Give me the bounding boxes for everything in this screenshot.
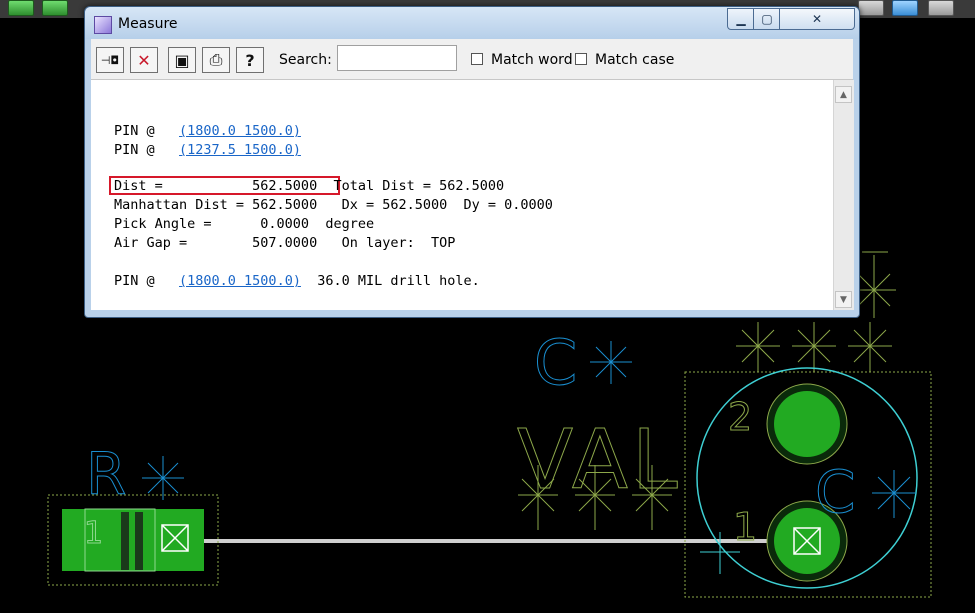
- pin-button[interactable]: ⊣◘: [96, 47, 124, 73]
- search-label: Search:: [279, 52, 332, 68]
- measure-window: Measure ▁ ▢ ✕ ⊣◘ ✕ ▣ ⎙ ? Search: Match w…: [84, 6, 860, 318]
- match-word-label: Match word: [491, 52, 573, 68]
- pin-label-1: 1: [733, 505, 757, 549]
- minimize-button[interactable]: ▁: [727, 8, 755, 30]
- close-icon: ✕: [811, 12, 823, 26]
- help-button[interactable]: ?: [236, 47, 264, 73]
- pin-label-2: 2: [728, 395, 752, 439]
- pin-coordinate-link[interactable]: (1237.5 1500.0): [179, 142, 301, 158]
- pin-icon: ⊣◘: [100, 53, 120, 67]
- measure-app-icon: [94, 16, 112, 34]
- value-label-val: VAL: [517, 413, 682, 508]
- drill-info: 36.0 MIL drill hole.: [300, 273, 480, 289]
- pin-coordinate-link[interactable]: (1800.0 1500.0): [179, 273, 301, 289]
- vertical-scrollbar[interactable]: ▲ ▼: [833, 80, 854, 310]
- pick-angle-line: Pick Angle = 0.0000 degree: [114, 216, 375, 232]
- print-icon: ⎙: [209, 50, 223, 69]
- pin-label-left: 1: [84, 516, 103, 551]
- minimize-icon: ▁: [736, 12, 746, 26]
- scroll-up-icon[interactable]: ▲: [835, 86, 852, 103]
- pin-line-1: PIN @ (1800.0 1500.0): [114, 122, 301, 141]
- ref-label-c-right: C: [815, 458, 856, 526]
- match-case-checkbox[interactable]: [575, 53, 587, 65]
- dist-line: Dist = 562.5000 Total Dist = 562.5000: [114, 177, 504, 196]
- dist-value: Dist = 562.5000: [114, 178, 318, 194]
- origin-marker-c-top: [590, 341, 632, 384]
- search-input[interactable]: [337, 45, 457, 71]
- pin-prefix: PIN @: [114, 273, 155, 289]
- maximize-icon: ▢: [761, 12, 773, 26]
- scroll-down-icon[interactable]: ▼: [835, 291, 852, 308]
- title-bar[interactable]: Measure ▁ ▢ ✕: [85, 7, 859, 39]
- save-icon: ▣: [174, 50, 190, 70]
- close-button[interactable]: ✕: [779, 8, 855, 30]
- cancel-button[interactable]: ✕: [130, 47, 158, 73]
- ref-label-r: R: [86, 440, 126, 508]
- cancel-icon: ✕: [137, 50, 151, 70]
- pin-prefix: PIN @: [114, 123, 155, 139]
- match-word-checkbox[interactable]: [471, 53, 483, 65]
- measure-output-panel[interactable]: PIN @ (1800.0 1500.0) PIN @ (1237.5 1500…: [91, 80, 833, 310]
- match-case-label: Match case: [595, 52, 675, 68]
- window-title: Measure: [118, 16, 178, 32]
- maximize-button[interactable]: ▢: [753, 8, 781, 30]
- pin-prefix: PIN @: [114, 142, 155, 158]
- pin-line-2: PIN @ (1237.5 1500.0): [114, 141, 301, 160]
- save-button[interactable]: ▣: [168, 47, 196, 73]
- total-dist-value: Total Dist = 562.5000: [317, 178, 505, 194]
- manhattan-line: Manhattan Dist = 562.5000 Dx = 562.5000 …: [114, 197, 553, 213]
- air-gap-line: Air Gap = 507.0000 On layer: TOP: [114, 235, 456, 251]
- pin-coordinate-link[interactable]: (1800.0 1500.0): [179, 123, 301, 139]
- help-icon: ?: [245, 50, 255, 70]
- ref-label-c-top: C: [534, 326, 577, 399]
- measure-toolbar: ⊣◘ ✕ ▣ ⎙ ? Search: Match word Match case: [91, 39, 853, 80]
- pin-line-3: PIN @ (1800.0 1500.0) 36.0 MIL drill hol…: [114, 272, 480, 291]
- resistor-footprint[interactable]: [47, 456, 219, 586]
- print-button[interactable]: ⎙: [202, 47, 230, 73]
